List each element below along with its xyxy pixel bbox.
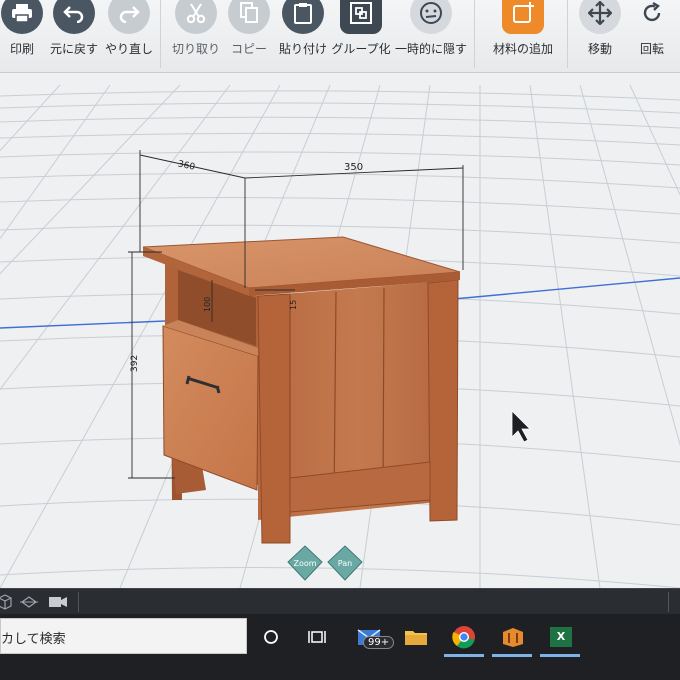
width-dimension: 350 [344,162,363,173]
screen: 印刷 元に戻す やり直し 切り取り コピー 貼り付け グループ化 一時的に隠す … [0,0,680,680]
redo-icon [108,0,150,34]
top-thickness-dimension: 15 [289,300,298,310]
task-view-icon[interactable] [302,622,332,652]
scene: 360 350 392 100 15 Zoom Pan [0,84,680,588]
search-placeholder: カして検索 [1,632,66,647]
add-material-label: 材料の追加 [492,42,553,56]
chrome-icon[interactable] [449,622,479,652]
shelf-opening-dimension: 100 [203,297,212,312]
cut-button[interactable]: 切り取り [166,0,226,72]
status-separator [78,592,79,612]
pan-navigator[interactable]: Pan [327,545,363,581]
add-material-button[interactable]: 材料の追加 [493,0,553,72]
excel-icon[interactable]: X [546,622,576,652]
clipboard-icon [282,0,324,34]
chrome-active-indicator [444,654,484,657]
rotate-icon [631,0,673,34]
3d-viewport[interactable]: 360 350 392 100 15 Zoom Pan [0,73,680,588]
status-separator [668,592,669,612]
redo-button[interactable]: やり直し [99,0,159,72]
windows-taskbar: カして検索 99+ X [0,614,680,680]
mail-badge: 99+ [363,636,395,649]
height-dimension: 392 [130,355,140,372]
furniture-app-icon[interactable] [498,622,528,652]
mouse-cursor-icon [511,410,531,443]
toolbar: 印刷 元に戻す やり直し 切り取り コピー 貼り付け グループ化 一時的に隠す … [0,0,680,73]
zoom-navigator[interactable]: Zoom [287,545,323,581]
zoom-label: Zoom [293,559,316,568]
undo-icon [53,0,95,34]
hide-temporarily-button[interactable]: 一時的に隠す [395,0,467,72]
toolbar-separator [474,0,475,68]
move-button[interactable]: 移動 [570,0,630,72]
move-arrows-icon [579,0,621,34]
view-status-bar [0,588,680,615]
paste-button[interactable]: 貼り付け [273,0,333,72]
scissors-icon [175,0,217,34]
group-button[interactable]: グループ化 [331,0,391,72]
excel-letter: X [550,627,572,647]
toolbar-separator [160,0,161,68]
excel-active-indicator [540,654,580,657]
group-label: グループ化 [331,42,391,56]
rotate-label: 回転 [639,42,664,56]
cortana-icon[interactable] [256,622,286,652]
printer-icon [1,0,43,34]
camera-icon[interactable] [48,595,68,609]
copy-button[interactable]: コピー [219,0,279,72]
hide-temporarily-label: 一時的に隠す [394,42,467,56]
hide-face-icon [410,0,452,34]
orbit-view-icon[interactable] [20,594,38,610]
toolbar-separator [567,0,568,68]
undo-button[interactable]: 元に戻す [44,0,104,72]
nightstand-model[interactable] [142,236,461,544]
add-material-icon [502,0,544,34]
pan-label: Pan [338,559,352,568]
rotate-button[interactable]: 回転 [622,0,680,72]
group-icon [340,0,382,34]
furniture-app-active-indicator [492,654,532,657]
taskbar-search-box[interactable]: カして検索 [0,618,247,654]
file-explorer-icon[interactable] [401,622,431,652]
copy-icon [228,0,270,34]
cube-view-icon[interactable] [0,594,12,610]
depth-dimension: 360 [177,159,196,172]
